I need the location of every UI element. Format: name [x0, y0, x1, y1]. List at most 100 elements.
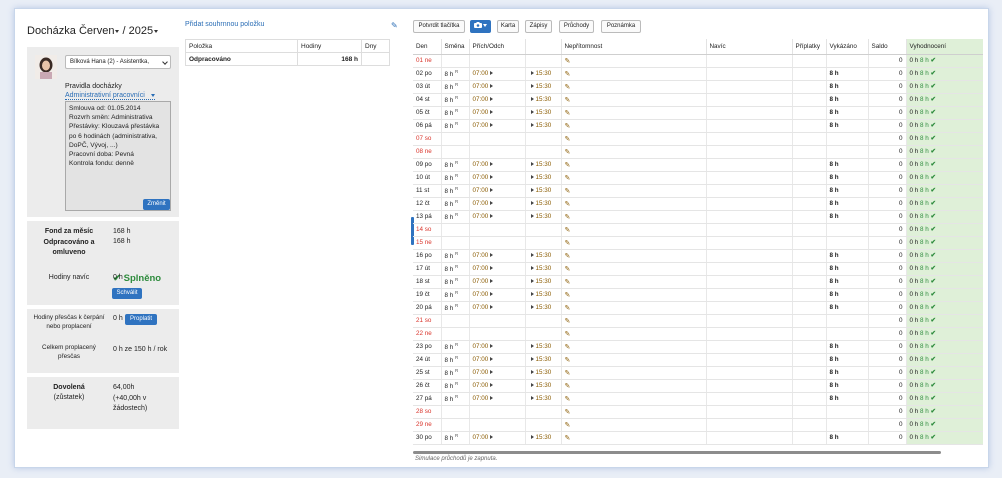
- absence-cell[interactable]: ✎: [561, 54, 707, 68]
- table-row[interactable]: 05 čt 8 h R 07:00 15:30 ✎ 8 h00 h 8 h ✔: [413, 106, 983, 120]
- pencil-icon[interactable]: ✎: [565, 71, 571, 78]
- arrival-cell[interactable]: 07:00: [469, 392, 526, 406]
- arrival-cell[interactable]: 07:00: [469, 288, 526, 302]
- shift-cell[interactable]: [441, 327, 470, 341]
- table-row[interactable]: 10 út 8 h R 07:00 15:30 ✎ 8 h00 h 8 h ✔: [413, 171, 983, 185]
- pencil-icon[interactable]: ✎: [565, 97, 571, 104]
- departure-cell[interactable]: 15:30: [525, 392, 562, 406]
- shift-cell[interactable]: 8 h R: [441, 392, 470, 406]
- arrival-cell[interactable]: 07:00: [469, 210, 526, 224]
- pencil-icon[interactable]: ✎: [565, 357, 571, 364]
- arrival-cell[interactable]: 07:00: [469, 67, 526, 81]
- pencil-icon[interactable]: ✎: [565, 305, 571, 312]
- pencil-icon[interactable]: ✎: [565, 422, 571, 429]
- add-summary-item-link[interactable]: Přidat souhrnnou položku: [185, 21, 264, 28]
- absence-cell[interactable]: ✎: [561, 106, 707, 120]
- shift-cell[interactable]: 8 h R: [441, 288, 470, 302]
- absence-cell[interactable]: ✎: [561, 249, 707, 263]
- table-row[interactable]: 18 st 8 h R 07:00 15:30 ✎ 8 h00 h 8 h ✔: [413, 275, 983, 289]
- absence-cell[interactable]: ✎: [561, 262, 707, 276]
- absence-cell[interactable]: ✎: [561, 288, 707, 302]
- pencil-icon[interactable]: ✎: [565, 214, 571, 221]
- table-row[interactable]: 22 ne ✎ 0 0 h 8 h ✔: [413, 327, 983, 341]
- table-row[interactable]: 07 so ✎ 0 0 h 8 h ✔: [413, 132, 983, 146]
- confirm-buttons-button[interactable]: Potvrdit tlačítka: [413, 20, 465, 33]
- employee-select[interactable]: Bílková Hana (2) - Asistentka,: [65, 55, 171, 69]
- pencil-icon[interactable]: ✎: [565, 409, 571, 416]
- arrival-cell[interactable]: 07:00: [469, 171, 526, 185]
- shift-cell[interactable]: 8 h R: [441, 366, 470, 380]
- table-row[interactable]: 14 so ✎ 0 0 h 8 h ✔: [413, 223, 983, 237]
- month-title[interactable]: Docházka Červen: [27, 25, 114, 37]
- absence-cell[interactable]: ✎: [561, 327, 707, 341]
- shift-cell[interactable]: [441, 132, 470, 146]
- table-row[interactable]: 27 pá 8 h R 07:00 15:30 ✎ 8 h00 h 8 h ✔: [413, 392, 983, 406]
- pencil-icon[interactable]: ✎: [565, 110, 571, 117]
- absence-cell[interactable]: ✎: [561, 366, 707, 380]
- arrival-cell[interactable]: 07:00: [469, 262, 526, 276]
- arrival-cell[interactable]: 07:00: [469, 249, 526, 263]
- shift-cell[interactable]: 8 h R: [441, 340, 470, 354]
- shift-cell[interactable]: 8 h R: [441, 379, 470, 393]
- arrival-cell[interactable]: 07:00: [469, 340, 526, 354]
- departure-cell[interactable]: [525, 236, 562, 250]
- pencil-icon[interactable]: ✎: [565, 175, 571, 182]
- shift-cell[interactable]: [441, 314, 470, 328]
- table-row[interactable]: 09 po 8 h R 07:00 15:30 ✎ 8 h00 h 8 h ✔: [413, 158, 983, 172]
- shift-cell[interactable]: [441, 236, 470, 250]
- arrival-cell[interactable]: [469, 54, 526, 68]
- departure-cell[interactable]: 15:30: [525, 366, 562, 380]
- absence-cell[interactable]: ✎: [561, 431, 707, 445]
- pencil-icon[interactable]: ✎: [565, 58, 571, 65]
- shift-cell[interactable]: 8 h R: [441, 93, 470, 107]
- departure-cell[interactable]: 15:30: [525, 158, 562, 172]
- note-button[interactable]: Poznámka: [601, 20, 641, 33]
- departure-cell[interactable]: 15:30: [525, 431, 562, 445]
- table-row[interactable]: 03 út 8 h R 07:00 15:30 ✎ 8 h00 h 8 h ✔: [413, 80, 983, 94]
- arrival-cell[interactable]: [469, 327, 526, 341]
- arrival-cell[interactable]: 07:00: [469, 301, 526, 315]
- absence-cell[interactable]: ✎: [561, 132, 707, 146]
- absence-cell[interactable]: ✎: [561, 236, 707, 250]
- table-row[interactable]: 24 út 8 h R 07:00 15:30 ✎ 8 h00 h 8 h ✔: [413, 353, 983, 367]
- absence-cell[interactable]: ✎: [561, 405, 707, 419]
- absence-cell[interactable]: ✎: [561, 184, 707, 198]
- departure-cell[interactable]: [525, 223, 562, 237]
- shift-cell[interactable]: 8 h R: [441, 106, 470, 120]
- absence-cell[interactable]: ✎: [561, 158, 707, 172]
- absence-cell[interactable]: ✎: [561, 340, 707, 354]
- departure-cell[interactable]: [525, 54, 562, 68]
- pencil-icon[interactable]: ✎: [565, 240, 571, 247]
- arrival-cell[interactable]: 07:00: [469, 197, 526, 211]
- shift-cell[interactable]: 8 h R: [441, 353, 470, 367]
- departure-cell[interactable]: 15:30: [525, 301, 562, 315]
- absence-cell[interactable]: ✎: [561, 418, 707, 432]
- arrival-cell[interactable]: 07:00: [469, 366, 526, 380]
- rules-dropdown[interactable]: Administrativní pracovníci: [65, 92, 155, 100]
- arrival-cell[interactable]: [469, 418, 526, 432]
- absence-cell[interactable]: ✎: [561, 119, 707, 133]
- pencil-icon[interactable]: ✎: [565, 188, 571, 195]
- pencil-icon[interactable]: ✎: [565, 331, 571, 338]
- pencil-icon[interactable]: ✎: [565, 318, 571, 325]
- arrival-cell[interactable]: [469, 314, 526, 328]
- departure-cell[interactable]: 15:30: [525, 262, 562, 276]
- departure-cell[interactable]: [525, 314, 562, 328]
- change-button[interactable]: Změnit: [143, 199, 170, 210]
- absence-cell[interactable]: ✎: [561, 223, 707, 237]
- table-row[interactable]: 13 pá 8 h R 07:00 15:30 ✎ 8 h00 h 8 h ✔: [413, 210, 983, 224]
- shift-cell[interactable]: [441, 405, 470, 419]
- departure-cell[interactable]: [525, 327, 562, 341]
- shift-cell[interactable]: 8 h R: [441, 80, 470, 94]
- arrival-cell[interactable]: 07:00: [469, 80, 526, 94]
- table-row[interactable]: Odpracováno 168 h: [185, 52, 390, 66]
- camera-dropdown-button[interactable]: [470, 20, 491, 33]
- table-row[interactable]: 26 čt 8 h R 07:00 15:30 ✎ 8 h00 h 8 h ✔: [413, 379, 983, 393]
- card-button[interactable]: Karta: [497, 20, 519, 33]
- shift-cell[interactable]: 8 h R: [441, 171, 470, 185]
- shift-cell[interactable]: [441, 54, 470, 68]
- table-row[interactable]: 28 so ✎ 0 0 h 8 h ✔: [413, 405, 983, 419]
- absence-cell[interactable]: ✎: [561, 80, 707, 94]
- absence-cell[interactable]: ✎: [561, 275, 707, 289]
- shift-cell[interactable]: [441, 145, 470, 159]
